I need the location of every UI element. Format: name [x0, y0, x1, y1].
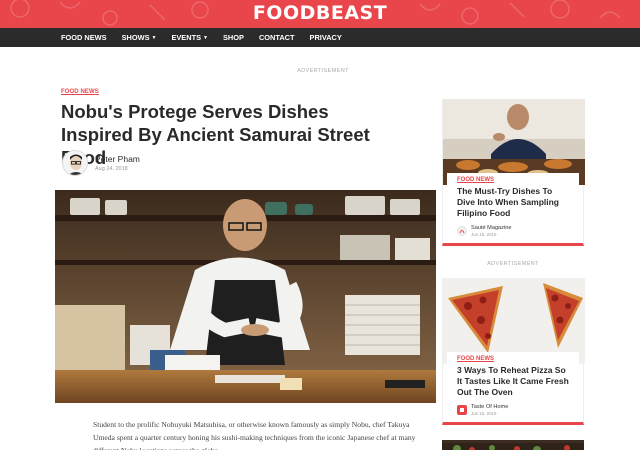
card-source: Sauté Magazine Jun 16, 2019 — [457, 225, 569, 237]
nav-item-label: PRIVACY — [309, 33, 342, 42]
nav-item-shop[interactable]: SHOP — [223, 33, 244, 42]
source-name: Taste Of Home — [471, 404, 509, 410]
card-source: Taste Of Home Jun 15, 2019 — [457, 404, 569, 416]
source-date: Jun 16, 2019 — [471, 232, 497, 237]
article-body: Student to the prolific Nobuyuki Matsuhi… — [93, 420, 416, 450]
nav-item-label: FOOD NEWS — [61, 33, 107, 42]
author-avatar[interactable] — [62, 150, 88, 176]
card-image — [442, 443, 584, 450]
top-ad-label: ADVERTISEMENT — [297, 68, 349, 74]
nav-item-shows[interactable]: SHOWS ▼ — [122, 33, 157, 42]
article-date: Aug 24, 2018 — [95, 166, 128, 172]
nav-item-label: CONTACT — [258, 33, 295, 42]
author-name[interactable]: Peter Pham — [95, 154, 140, 164]
nav-item-contact[interactable]: CONTACT — [259, 33, 295, 42]
card-title[interactable]: The Must-Try Dishes To Dive Into When Sa… — [457, 186, 569, 219]
sidebar-card[interactable]: FOOD NEWS 3 Ways To Reheat Pizza So It T… — [442, 278, 585, 425]
nav-item-privacy[interactable]: PRIVACY — [310, 33, 342, 42]
nav-item-food-news[interactable]: FOOD NEWS — [61, 33, 107, 42]
chevron-down-icon: ▼ — [151, 35, 157, 41]
hero-image — [55, 190, 436, 403]
avatar-portrait-icon — [63, 151, 87, 175]
card-body: FOOD NEWS 3 Ways To Reheat Pizza So It T… — [447, 352, 579, 422]
main-nav: FOOD NEWS SHOWS ▼ EVENTS ▼ SHOP CONTACT PRIVACY — [0, 28, 640, 47]
nav-item-label: SHOWS — [121, 33, 150, 42]
nav-list: FOOD NEWS SHOWS ▼ EVENTS ▼ SHOP CONTACT PRIVACY — [61, 28, 357, 47]
source-logo-icon — [457, 405, 467, 415]
card-body: FOOD NEWS The Must-Try Dishes To Dive In… — [447, 173, 579, 243]
source-logo-icon — [457, 226, 467, 236]
site-logo[interactable]: FOODBEAST — [0, 2, 640, 24]
nav-item-events[interactable]: EVENTS ▼ — [171, 33, 208, 42]
sidebar-card[interactable]: FOOD NEWS The Must-Try Dishes To Dive In… — [442, 99, 585, 246]
source-name: Sauté Magazine — [471, 225, 512, 231]
card-category[interactable]: FOOD NEWS — [457, 177, 569, 183]
sidebar-card-peek[interactable] — [442, 440, 584, 450]
site-header: FOODBEAST — [0, 0, 640, 28]
chef-photo-illustration — [55, 190, 436, 403]
nav-item-label: EVENTS — [171, 33, 202, 42]
chevron-down-icon: ▼ — [203, 35, 208, 41]
nav-item-label: SHOP — [222, 33, 244, 42]
card-category[interactable]: FOOD NEWS — [457, 356, 569, 362]
sidebar-ad-label: ADVERTISEMENT — [487, 261, 539, 267]
source-date: Jun 15, 2019 — [471, 411, 497, 416]
article-category[interactable]: FOOD NEWS — [61, 89, 99, 95]
card-title[interactable]: 3 Ways To Reheat Pizza So It Tastes Like… — [457, 365, 569, 398]
